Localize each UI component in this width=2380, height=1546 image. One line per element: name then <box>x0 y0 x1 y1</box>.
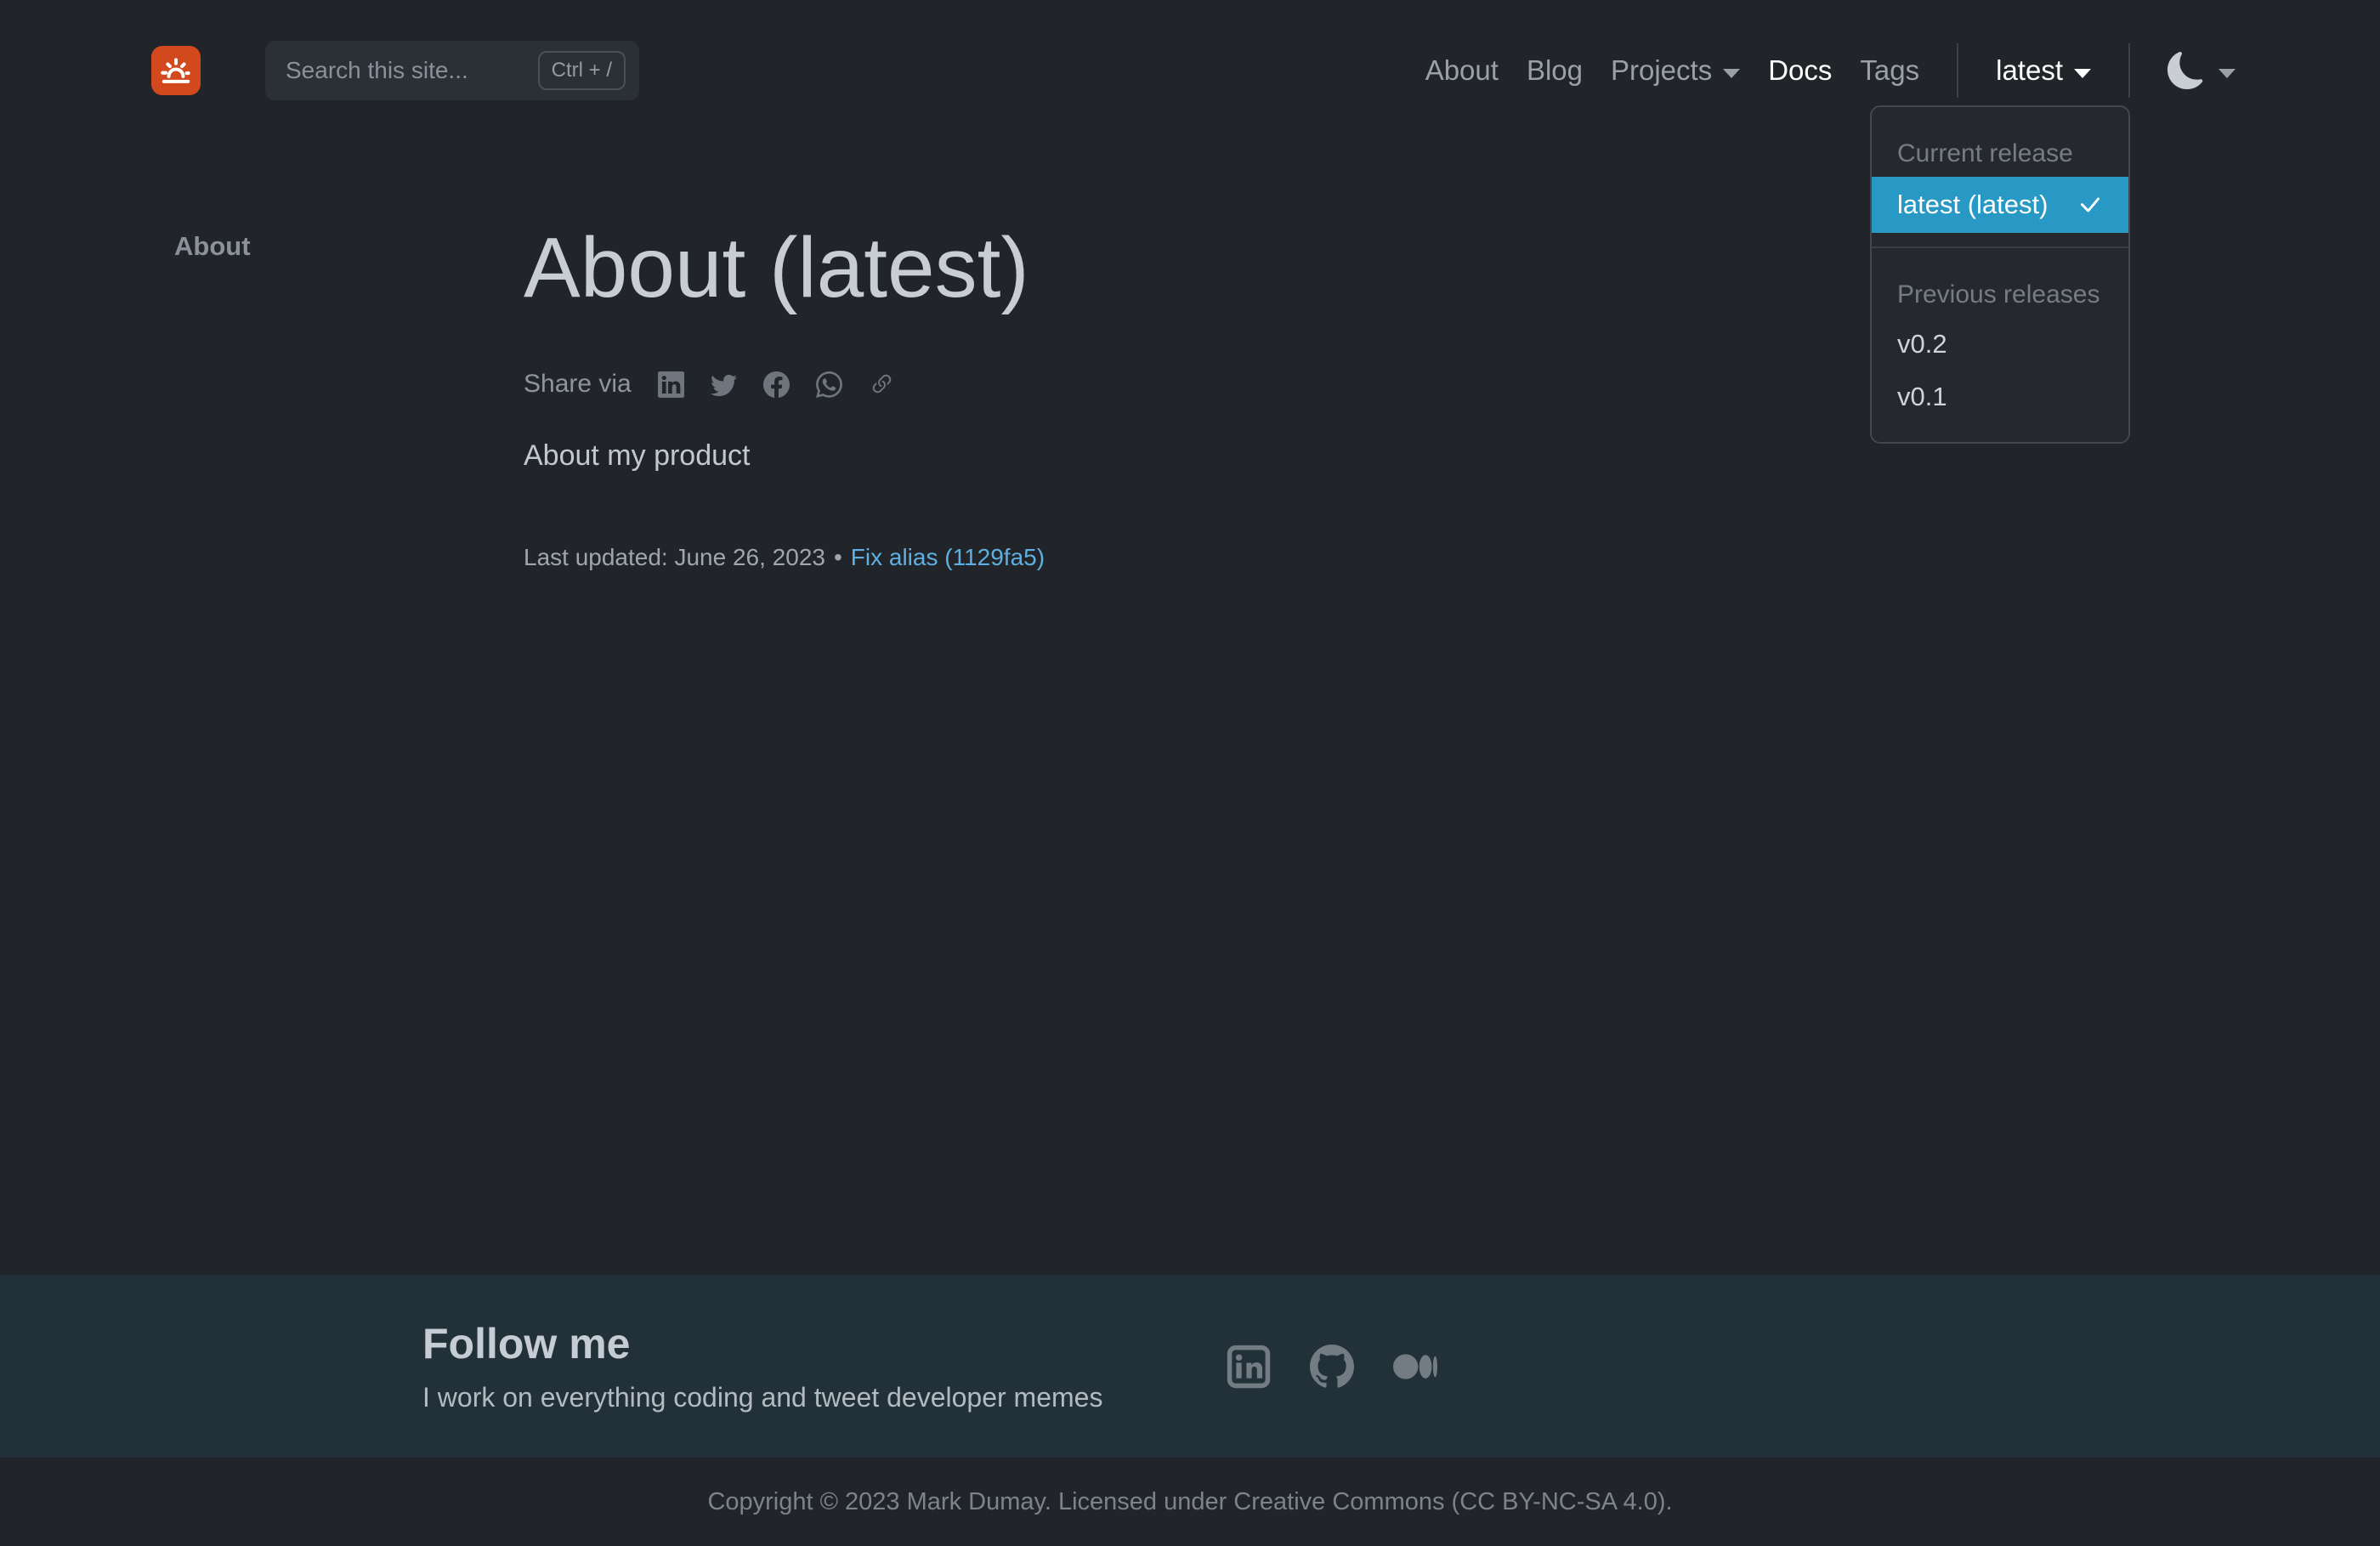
copyright-text: Copyright © 2023 Mark Dumay. Licensed un… <box>707 1488 1672 1516</box>
footer-text-block: Follow me I work on everything coding an… <box>422 1319 1102 1413</box>
facebook-icon[interactable] <box>763 371 790 398</box>
whatsapp-icon[interactable] <box>816 371 842 398</box>
dropdown-item-latest-label: latest (latest) <box>1897 190 2048 220</box>
dropdown-divider <box>1872 246 2128 248</box>
dropdown-header-current: Current release <box>1872 121 2128 177</box>
linkedin-icon[interactable] <box>658 371 684 398</box>
nav-divider <box>2128 43 2130 98</box>
dropdown-item-v01[interactable]: v0.1 <box>1872 371 2128 423</box>
meta-bullet: • <box>834 544 842 570</box>
linkedin-icon[interactable] <box>1227 1345 1271 1389</box>
article-text: About my product <box>524 439 1918 473</box>
footer-social-links <box>1227 1345 1437 1389</box>
footer-title: Follow me <box>422 1319 1102 1368</box>
nav-item-projects-label: Projects <box>1611 54 1712 87</box>
chevron-down-icon <box>2218 69 2236 78</box>
chevron-down-icon <box>1723 69 1740 78</box>
moon-icon <box>2168 52 2205 89</box>
search-input[interactable] <box>286 57 538 84</box>
nav-divider <box>1957 43 1958 98</box>
dropdown-item-v02[interactable]: v0.2 <box>1872 318 2128 371</box>
version-label: latest <box>1996 54 2063 87</box>
last-updated-text: Last updated: June 26, 2023 <box>524 544 825 570</box>
share-row: Share via <box>524 370 1918 399</box>
check-icon <box>2076 191 2103 218</box>
sidebar-item-about[interactable]: About <box>174 231 251 261</box>
footer: Follow me I work on everything coding an… <box>0 1275 2380 1458</box>
search-shortcut-badge: Ctrl + / <box>538 51 626 90</box>
commit-link[interactable]: Fix alias (1129fa5) <box>851 544 1045 570</box>
medium-icon[interactable] <box>1393 1345 1437 1389</box>
dropdown-item-latest[interactable]: latest (latest) <box>1872 177 2128 233</box>
nav-item-blog[interactable]: Blog <box>1527 54 1583 87</box>
nav-item-tags[interactable]: Tags <box>1860 54 1919 87</box>
nav-item-about[interactable]: About <box>1425 54 1499 87</box>
article-meta: Last updated: June 26, 2023 • Fix alias (1… <box>524 544 1918 571</box>
chevron-down-icon <box>2074 69 2091 78</box>
theme-dropdown-toggle[interactable] <box>2168 52 2236 89</box>
site-logo[interactable] <box>151 46 201 95</box>
version-dropdown-menu: Current release latest (latest) Previous… <box>1870 105 2130 444</box>
share-label: Share via <box>524 370 632 399</box>
docs-sidebar: About <box>174 231 251 262</box>
footer-subtitle: I work on everything coding and tweet de… <box>422 1382 1102 1413</box>
twitter-icon[interactable] <box>711 371 737 398</box>
nav-item-docs[interactable]: Docs <box>1768 54 1832 87</box>
version-dropdown-toggle[interactable]: latest <box>1996 54 2091 87</box>
copyright-bar: Copyright © 2023 Mark Dumay. Licensed un… <box>0 1458 2380 1546</box>
page-title: About (latest) <box>524 219 1918 317</box>
sunrise-icon <box>156 51 196 90</box>
main-content: About (latest) Share via <box>524 219 1918 571</box>
main-nav: About Blog Projects Docs Tags latest <box>1425 43 2236 98</box>
search-box: Ctrl + / <box>265 41 639 100</box>
github-icon[interactable] <box>1310 1345 1354 1389</box>
nav-item-projects[interactable]: Projects <box>1611 54 1740 87</box>
dropdown-header-previous: Previous releases <box>1872 262 2128 318</box>
link-icon[interactable] <box>869 371 895 398</box>
